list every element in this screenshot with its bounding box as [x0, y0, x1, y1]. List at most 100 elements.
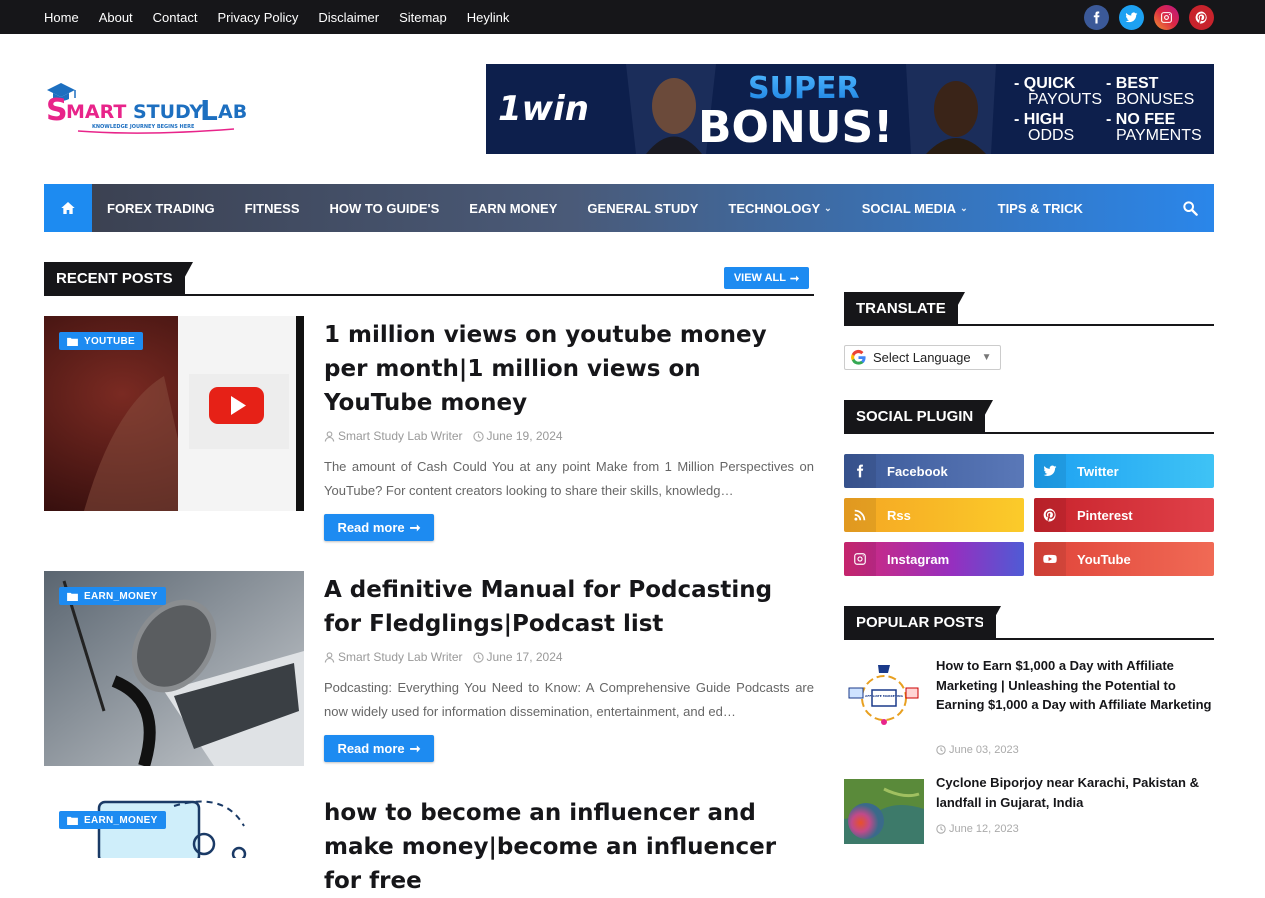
- top-nav-privacy-policy[interactable]: Privacy Policy: [217, 10, 298, 25]
- svg-text:S: S: [46, 93, 68, 128]
- chevron-down-icon: ⌄: [824, 202, 832, 213]
- user-icon: [324, 651, 335, 663]
- image-caption: AFFILIATE MARKETING: [865, 694, 903, 698]
- folder-icon: [67, 592, 78, 601]
- logo-letter-s: S: [46, 93, 68, 128]
- folder-icon: [67, 816, 78, 825]
- popular-post-thumbnail[interactable]: AFFILIATE MARKETING: [844, 662, 924, 727]
- top-nav-home[interactable]: Home: [44, 10, 79, 25]
- chevron-down-icon: ⌄: [960, 202, 968, 213]
- svg-text:MART STUDY: MART STUDY: [66, 101, 203, 123]
- popular-post-title[interactable]: How to Earn $1,000 a Day with Affiliate …: [936, 656, 1214, 715]
- translate-header: TRANSLATE: [844, 292, 1214, 326]
- social-pinterest-button[interactable]: Pinterest: [1034, 498, 1214, 532]
- post-title[interactable]: 1 million views on youtube money per mon…: [324, 318, 814, 420]
- banner-line1: SUPER: [748, 71, 860, 106]
- social-plugin-header: SOCIAL PLUGIN: [844, 400, 1214, 434]
- banner-item: PAYMENTS: [1116, 127, 1202, 144]
- arrow-right-icon: ➞: [409, 740, 421, 756]
- post-title[interactable]: how to become an influencer and make mon…: [324, 796, 814, 898]
- main-nav-items: FOREX TRADING FITNESS HOW TO GUIDE'S EAR…: [107, 201, 1083, 216]
- logo-tagline: KNOWLEDGE JOURNEY BEGINS HERE: [92, 124, 195, 130]
- banner-item: - QUICK: [1014, 75, 1076, 92]
- user-icon: [324, 430, 335, 442]
- top-nav-heylink[interactable]: Heylink: [467, 10, 510, 25]
- section-title: SOCIAL PLUGIN: [844, 400, 986, 433]
- popular-post-thumbnail[interactable]: [844, 779, 924, 844]
- post-card: EARN_MONEY A definitive Manual for Podca…: [44, 571, 814, 786]
- banner-item: - HIGH: [1014, 111, 1064, 128]
- nav-item-social-media[interactable]: SOCIAL MEDIA ⌄: [862, 201, 968, 216]
- read-more-button[interactable]: Read more ➞: [324, 735, 434, 762]
- site-logo[interactable]: S MART STUDY L AB KNOWLEDGE JOURNEY BEGI…: [44, 78, 264, 138]
- social-facebook-button[interactable]: Facebook: [844, 454, 1024, 488]
- nav-item-fitness[interactable]: FITNESS: [245, 201, 300, 216]
- nav-item-technology[interactable]: TECHNOLOGY ⌄: [728, 201, 831, 216]
- post-author[interactable]: Smart Study Lab Writer: [324, 650, 463, 664]
- main-nav: FOREX TRADING FITNESS HOW TO GUIDE'S EAR…: [44, 184, 1214, 232]
- post-thumbnail[interactable]: EARN_MONEY: [44, 796, 304, 858]
- top-nav-about[interactable]: About: [99, 10, 133, 25]
- social-youtube-button[interactable]: YouTube: [1034, 542, 1214, 576]
- clock-icon: [472, 430, 484, 442]
- section-title: TRANSLATE: [844, 292, 958, 325]
- pinterest-icon[interactable]: [1189, 5, 1214, 30]
- social-instagram-button[interactable]: Instagram: [844, 542, 1024, 576]
- language-select[interactable]: Select Language ▼: [844, 345, 1001, 370]
- post-excerpt: Podcasting: Everything You Need to Know:…: [324, 680, 814, 719]
- instagram-icon[interactable]: [1154, 5, 1179, 30]
- post-card: EARN_MONEY how to become an influencer a…: [44, 796, 814, 894]
- nav-item-general-study[interactable]: GENERAL STUDY: [587, 201, 698, 216]
- instagram-icon: [844, 542, 876, 576]
- post-author[interactable]: Smart Study Lab Writer: [324, 429, 463, 443]
- post-card: YOUTUBE 1 million views on youtube money…: [44, 316, 814, 541]
- home-icon[interactable]: [44, 184, 92, 232]
- nav-item-forex-trading[interactable]: FOREX TRADING: [107, 201, 215, 216]
- svg-text:AB: AB: [218, 101, 247, 123]
- clock-icon: [936, 824, 946, 834]
- nav-item-earn-money[interactable]: EARN MONEY: [469, 201, 557, 216]
- nav-item-tips-trick[interactable]: TIPS & TRICK: [998, 201, 1083, 216]
- language-select-value: Select Language: [873, 350, 971, 365]
- arrow-right-icon: ➞: [409, 519, 421, 535]
- category-tag[interactable]: EARN_MONEY: [59, 811, 166, 829]
- logo-letter-l: L: [200, 94, 218, 127]
- popular-post-date: June 12, 2023: [936, 823, 1019, 835]
- top-nav-contact[interactable]: Contact: [153, 10, 198, 25]
- top-nav-sitemap[interactable]: Sitemap: [399, 10, 447, 25]
- facebook-icon: [844, 454, 876, 488]
- view-all-button[interactable]: VIEW ALL ➞: [724, 267, 809, 289]
- banner-item: PAYOUTS: [1028, 91, 1102, 108]
- top-social-links: [1084, 5, 1214, 30]
- clock-icon: [472, 651, 484, 663]
- social-rss-button[interactable]: Rss: [844, 498, 1024, 532]
- clock-icon: [936, 745, 946, 755]
- banner-brand: 1win: [498, 89, 589, 129]
- section-title: POPULAR POSTS: [844, 606, 997, 639]
- category-tag[interactable]: YOUTUBE: [59, 332, 143, 350]
- read-more-button[interactable]: Read more ➞: [324, 514, 434, 541]
- popular-post-title[interactable]: Cyclone Biporjoy near Karachi, Pakistan …: [936, 773, 1214, 812]
- twitter-icon[interactable]: [1119, 5, 1144, 30]
- banner-line2: BONUS!: [698, 102, 893, 153]
- recent-posts-header: RECENT POSTS: [44, 262, 814, 296]
- social-twitter-button[interactable]: Twitter: [1034, 454, 1214, 488]
- category-tag[interactable]: EARN_MONEY: [59, 587, 166, 605]
- logo-word-mart: MART: [66, 101, 133, 123]
- nav-item-how-to-guides[interactable]: HOW TO GUIDE'S: [330, 201, 440, 216]
- twitter-icon: [1034, 454, 1066, 488]
- svg-text:L: L: [200, 94, 218, 127]
- ad-banner[interactable]: 1win SUPER BONUS! - QUICK PAYOUTS - BEST…: [486, 64, 1214, 154]
- facebook-icon[interactable]: [1084, 5, 1109, 30]
- section-title: RECENT POSTS: [44, 262, 185, 295]
- top-nav-disclaimer[interactable]: Disclaimer: [318, 10, 379, 25]
- search-icon[interactable]: [1182, 200, 1198, 216]
- post-meta: Smart Study Lab Writer June 17, 2024: [324, 650, 563, 664]
- post-thumbnail[interactable]: YOUTUBE: [44, 316, 304, 511]
- post-title[interactable]: A definitive Manual for Podcasting for F…: [324, 573, 814, 641]
- banner-item: ODDS: [1028, 127, 1074, 144]
- post-date: June 17, 2024: [472, 650, 563, 664]
- top-bar: Home About Contact Privacy Policy Discla…: [0, 0, 1265, 34]
- arrow-right-icon: ➞: [789, 272, 800, 285]
- post-thumbnail[interactable]: EARN_MONEY: [44, 571, 304, 766]
